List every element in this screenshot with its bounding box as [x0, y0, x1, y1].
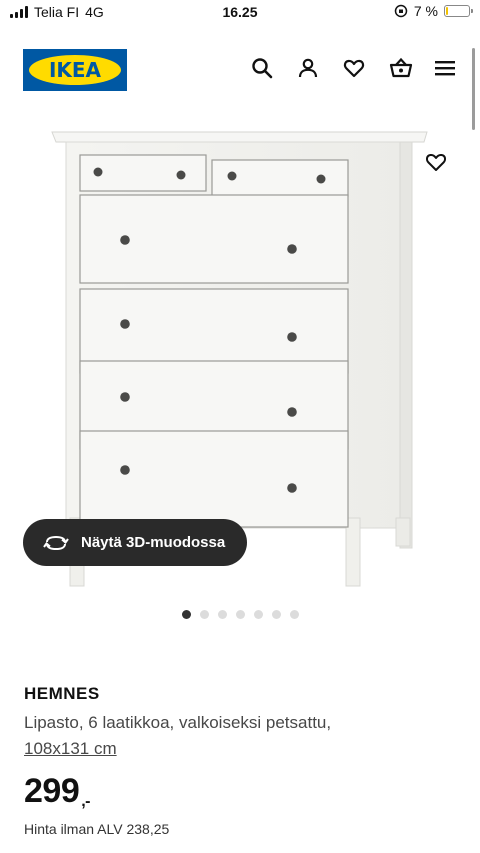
product-name: HEMNES: [24, 684, 100, 703]
price-excluding-vat: Hinta ilman ALV 238,25: [24, 821, 170, 837]
battery-icon: [444, 5, 473, 17]
price-integer: 299: [24, 772, 80, 810]
account-icon[interactable]: [296, 56, 320, 80]
orientation-lock-icon: [394, 4, 408, 18]
basket-icon[interactable]: [388, 56, 413, 80]
battery-percent: 7 %: [413, 3, 438, 19]
product-price: 299 ,-: [24, 772, 464, 811]
status-bar: Telia FI 4G 16.25 7 %: [0, 0, 480, 26]
logo-text: IKEA: [48, 58, 102, 82]
carousel-dot[interactable]: [289, 610, 299, 619]
wishlist-heart-icon[interactable]: [342, 56, 366, 80]
carousel-dot[interactable]: [217, 610, 227, 619]
product-dimensions-link[interactable]: 108x131 cm: [24, 736, 464, 762]
product-description: Lipasto, 6 laatikkoa, valkoiseksi petsat…: [24, 713, 332, 732]
view-in-3d-button[interactable]: Näytä 3D-muodossa: [23, 519, 247, 566]
menu-icon[interactable]: [434, 56, 458, 80]
view-in-3d-label: Näytä 3D-muodossa: [81, 534, 226, 551]
price-decimal: ,-: [81, 793, 91, 810]
product-info: HEMNES Lipasto, 6 laatikkoa, valkoiseksi…: [24, 684, 464, 837]
carousel-dot[interactable]: [235, 610, 245, 619]
carousel-dot[interactable]: [271, 610, 281, 619]
carousel-dot[interactable]: [253, 610, 263, 619]
site-header: IKEA: [0, 40, 480, 100]
image-carousel-indicator: [0, 610, 480, 619]
carousel-dot[interactable]: [181, 610, 191, 619]
search-icon[interactable]: [250, 56, 274, 80]
add-to-favourites-heart-icon[interactable]: [424, 150, 448, 174]
ikea-logo[interactable]: IKEA: [23, 49, 127, 91]
rotate-3d-icon: [43, 535, 69, 550]
carousel-dot[interactable]: [199, 610, 209, 619]
